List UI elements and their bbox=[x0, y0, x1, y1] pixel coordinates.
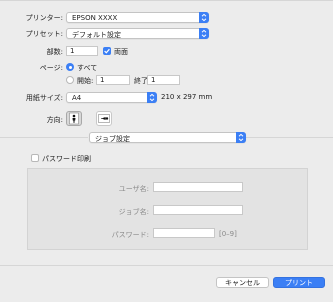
pages-from-label: 開始: bbox=[77, 77, 94, 85]
password-settings-panel: ユーザ名: ジョブ名: パスワード: [0–9] bbox=[27, 168, 308, 250]
duplex-checkbox[interactable] bbox=[103, 47, 111, 55]
paper-size-label: 用紙サイズ: bbox=[25, 94, 63, 102]
pages-from-value: 1 bbox=[100, 76, 105, 84]
section-divider-left bbox=[0, 137, 88, 138]
password-print-label: パスワード印刷 bbox=[42, 155, 91, 163]
footer-divider bbox=[0, 265, 333, 266]
chevron-updown-icon bbox=[199, 12, 209, 23]
job-name-field[interactable] bbox=[153, 205, 243, 215]
cancel-button[interactable]: キャンセル bbox=[216, 277, 269, 288]
section-popup[interactable]: ジョブ設定 bbox=[89, 132, 246, 143]
checkmark-icon bbox=[104, 48, 110, 54]
paper-size-popup[interactable]: A4 bbox=[66, 92, 157, 103]
copies-value: 1 bbox=[70, 47, 75, 55]
printer-label: プリンター: bbox=[25, 14, 63, 22]
chevron-updown-icon bbox=[236, 132, 246, 143]
chevron-updown-icon bbox=[199, 28, 209, 39]
print-button[interactable]: プリント bbox=[273, 277, 325, 288]
pages-label: ページ: bbox=[39, 64, 63, 72]
duplex-label: 両面 bbox=[114, 48, 128, 56]
chevron-updown-icon bbox=[147, 92, 157, 103]
pages-range-radio[interactable] bbox=[66, 76, 74, 84]
password-hint: [0–9] bbox=[219, 230, 237, 238]
preset-label: プリセット: bbox=[25, 30, 63, 38]
preset-value: デフォルト設定 bbox=[72, 31, 121, 39]
landscape-person-icon bbox=[98, 114, 110, 123]
pages-all-radio[interactable] bbox=[66, 63, 74, 71]
pages-from-field[interactable]: 1 bbox=[96, 75, 130, 85]
paper-size-value: A4 bbox=[72, 94, 82, 102]
pages-all-label: すべて bbox=[77, 64, 98, 72]
password-field[interactable] bbox=[153, 228, 215, 238]
top-divider bbox=[0, 0, 333, 1]
section-popup-value: ジョブ設定 bbox=[95, 135, 130, 143]
printer-value: EPSON XXXX bbox=[72, 14, 118, 22]
password-print-checkbox[interactable] bbox=[31, 154, 39, 162]
orientation-label: 方向: bbox=[46, 116, 63, 124]
section-divider-right bbox=[246, 137, 333, 138]
copies-label: 部数: bbox=[46, 48, 63, 56]
orientation-portrait-button[interactable] bbox=[66, 111, 82, 126]
user-name-label: ユーザ名: bbox=[118, 185, 149, 193]
copies-field[interactable]: 1 bbox=[66, 46, 98, 56]
portrait-person-icon bbox=[69, 112, 79, 125]
pages-to-field[interactable]: 1 bbox=[147, 75, 180, 85]
paper-dimensions: 210 x 297 mm bbox=[161, 93, 213, 101]
job-name-label: ジョブ名: bbox=[118, 208, 149, 216]
password-label: パスワード: bbox=[111, 231, 149, 239]
pages-to-value: 1 bbox=[151, 76, 156, 84]
user-name-field[interactable] bbox=[153, 182, 243, 192]
orientation-landscape-button[interactable] bbox=[96, 111, 112, 126]
preset-popup[interactable]: デフォルト設定 bbox=[66, 28, 209, 39]
printer-popup[interactable]: EPSON XXXX bbox=[66, 12, 209, 23]
